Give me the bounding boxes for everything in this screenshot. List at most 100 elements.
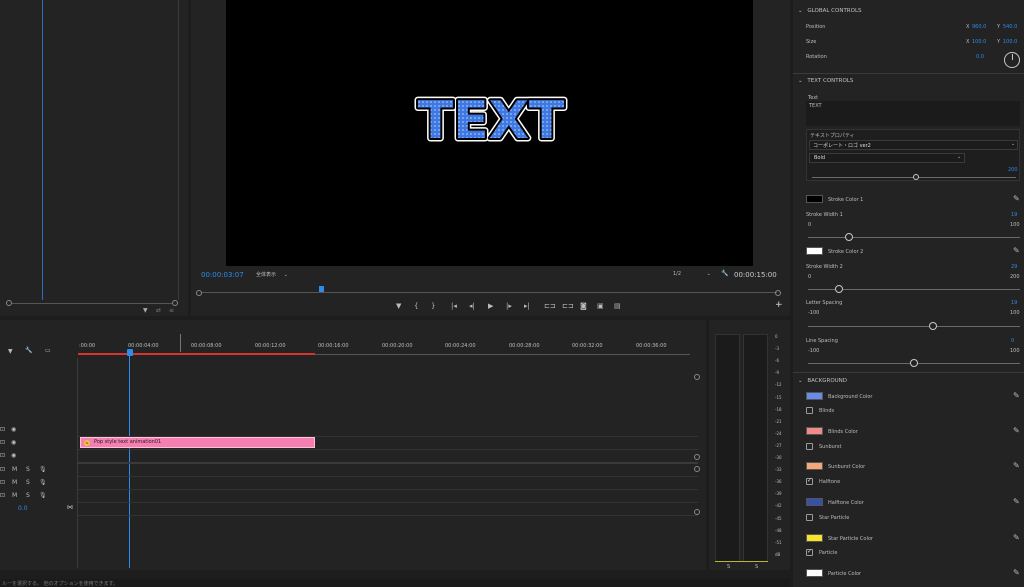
go-to-in-icon[interactable]: |◂: [451, 302, 457, 310]
particle-checkbox[interactable]: ✓: [806, 548, 813, 556]
eye-icon[interactable]: ◉: [11, 439, 16, 446]
stroke-width-2-value[interactable]: 29: [1011, 264, 1017, 270]
font-size-value[interactable]: 200: [1008, 167, 1018, 173]
halftone-checkbox[interactable]: ✓: [806, 477, 813, 485]
eyedropper-icon[interactable]: ✎: [1013, 568, 1020, 577]
letter-spacing-value[interactable]: 19: [1011, 300, 1017, 306]
add-button-icon[interactable]: +: [775, 300, 783, 310]
go-to-out-icon[interactable]: ▸|: [524, 302, 530, 310]
background-header[interactable]: ⌄ BACKGROUND: [798, 378, 847, 384]
wrench-icon[interactable]: 🔧: [25, 347, 32, 354]
wrench-icon[interactable]: 🔧: [721, 270, 728, 277]
step-back-icon[interactable]: ◂|: [469, 302, 475, 310]
play-icon[interactable]: ▶: [488, 302, 493, 310]
timeline-clip[interactable]: fx Pop style text animation01: [80, 437, 315, 448]
toggle-sync-icon[interactable]: ⊡: [0, 426, 5, 433]
playhead-handle[interactable]: [127, 349, 133, 356]
eyedropper-icon[interactable]: ✎: [1013, 194, 1020, 203]
mute-button[interactable]: M: [12, 479, 17, 486]
microphone-icon[interactable]: 🎙: [39, 479, 47, 486]
global-controls-header[interactable]: ⌄ GLOBAL CONTROLS: [798, 8, 862, 14]
vertical-scroll-handle[interactable]: [694, 509, 700, 515]
background-color-swatch[interactable]: [806, 392, 823, 400]
stroke-color-1-swatch[interactable]: [806, 195, 823, 203]
mark-in-icon[interactable]: {: [414, 302, 418, 310]
letter-spacing-slider-knob[interactable]: [929, 322, 937, 330]
star-particle-color-swatch[interactable]: [806, 534, 823, 542]
monitor-scrollbar[interactable]: [196, 290, 781, 296]
sunburst-checkbox[interactable]: [806, 443, 813, 450]
playhead-timecode[interactable]: 00:00:03:07: [201, 271, 244, 279]
add-marker-icon[interactable]: ▼: [8, 348, 13, 355]
camera-icon[interactable]: ◙: [580, 302, 587, 310]
eyedropper-icon[interactable]: ✎: [1013, 461, 1020, 470]
work-area-bar[interactable]: [78, 353, 315, 355]
stroke-color-2-swatch[interactable]: [806, 247, 823, 255]
toggle-sync-icon[interactable]: ⊡: [0, 492, 5, 499]
mute-button[interactable]: M: [12, 466, 17, 473]
toggle-sync-icon[interactable]: ⊡: [0, 466, 5, 473]
size-y-value[interactable]: 100.0: [1003, 39, 1017, 45]
solo-button[interactable]: S: [26, 479, 30, 486]
go-to-end-icon[interactable]: ⋈: [67, 504, 73, 511]
resolution-dropdown[interactable]: 1/2 ⌄: [673, 271, 711, 277]
star-particle-checkbox[interactable]: [806, 514, 813, 521]
rotation-value[interactable]: 0.0: [976, 54, 984, 60]
microphone-icon[interactable]: 🎙: [39, 492, 47, 499]
solo-right-button[interactable]: S: [755, 564, 758, 570]
stroke-width-1-slider-knob[interactable]: [845, 233, 853, 241]
particle-color-swatch[interactable]: [806, 569, 823, 577]
captions-icon[interactable]: ▭: [45, 347, 51, 354]
mark-out-icon[interactable]: }: [431, 302, 435, 310]
master-volume-value[interactable]: 0.0: [18, 505, 28, 512]
toggle-sync-icon[interactable]: ⊡: [0, 439, 5, 446]
eyedropper-icon[interactable]: ✎: [1013, 533, 1020, 542]
eyedropper-icon[interactable]: ✎: [1013, 426, 1020, 435]
rotation-dial[interactable]: [1004, 52, 1020, 68]
stroke-width-1-value[interactable]: 19: [1011, 212, 1017, 218]
vertical-scroll-handle[interactable]: [694, 374, 700, 380]
eye-icon[interactable]: ◉: [11, 452, 16, 459]
letter-spacing-slider-track[interactable]: [808, 326, 1020, 327]
horizontal-scrollbar[interactable]: [6, 300, 178, 306]
halftone-color-swatch[interactable]: [806, 498, 823, 506]
vertical-scroll-handle[interactable]: [694, 454, 700, 460]
multi-view-icon[interactable]: ▤: [614, 302, 621, 310]
zoom-dropdown[interactable]: 全体表示 ⌄: [256, 271, 288, 278]
solo-button[interactable]: S: [26, 492, 30, 499]
overwrite-icon[interactable]: ⊏⊐: [562, 302, 574, 310]
eye-icon[interactable]: ◉: [11, 426, 16, 433]
font-style-dropdown[interactable]: Bold ⌄: [809, 153, 965, 163]
line-spacing-slider-knob[interactable]: [910, 359, 918, 367]
sunburst-color-swatch[interactable]: [806, 462, 823, 470]
vertical-scroll-handle[interactable]: [694, 466, 700, 472]
filter-options-icon[interactable]: ⇄: [156, 307, 161, 314]
toggle-sync-icon[interactable]: ⊡: [0, 452, 5, 459]
font-dropdown[interactable]: コーポレート・ロゴ ver2 ⌄: [809, 140, 1018, 150]
microphone-icon[interactable]: 🎙: [39, 466, 47, 473]
text-controls-header[interactable]: ⌄ TEXT CONTROLS: [798, 78, 853, 84]
insert-icon[interactable]: ⊏⊐: [544, 302, 556, 310]
size-x-value[interactable]: 100.0: [972, 39, 986, 45]
timeline-ruler[interactable]: :00:00 00:00:04:00 00:00:08:00 00:00:12:…: [78, 334, 698, 358]
step-forward-icon[interactable]: |▸: [506, 302, 512, 310]
text-input[interactable]: TEXT: [806, 101, 1020, 126]
font-size-slider-knob[interactable]: [913, 174, 919, 180]
marker-icon[interactable]: ▼: [396, 302, 401, 310]
blinds-color-swatch[interactable]: [806, 427, 823, 435]
stroke-width-1-slider-track[interactable]: [808, 237, 1020, 238]
mute-button[interactable]: M: [12, 492, 17, 499]
eyedropper-icon[interactable]: ✎: [1013, 391, 1020, 400]
eyedropper-icon[interactable]: ✎: [1013, 246, 1020, 255]
toggle-sync-icon[interactable]: ⊡: [0, 479, 5, 486]
comparison-view-icon[interactable]: ▣: [597, 302, 604, 310]
stroke-width-2-slider-knob[interactable]: [835, 285, 843, 293]
position-y-value[interactable]: 540.0: [1003, 24, 1017, 30]
position-x-value[interactable]: 960.0: [972, 24, 986, 30]
solo-left-button[interactable]: S: [727, 564, 730, 570]
list-icon[interactable]: ≡: [169, 307, 174, 314]
filter-icon[interactable]: ▼: [143, 307, 148, 314]
line-spacing-value[interactable]: 0: [1011, 338, 1014, 344]
solo-button[interactable]: S: [26, 466, 30, 473]
blinds-checkbox[interactable]: [806, 407, 813, 414]
